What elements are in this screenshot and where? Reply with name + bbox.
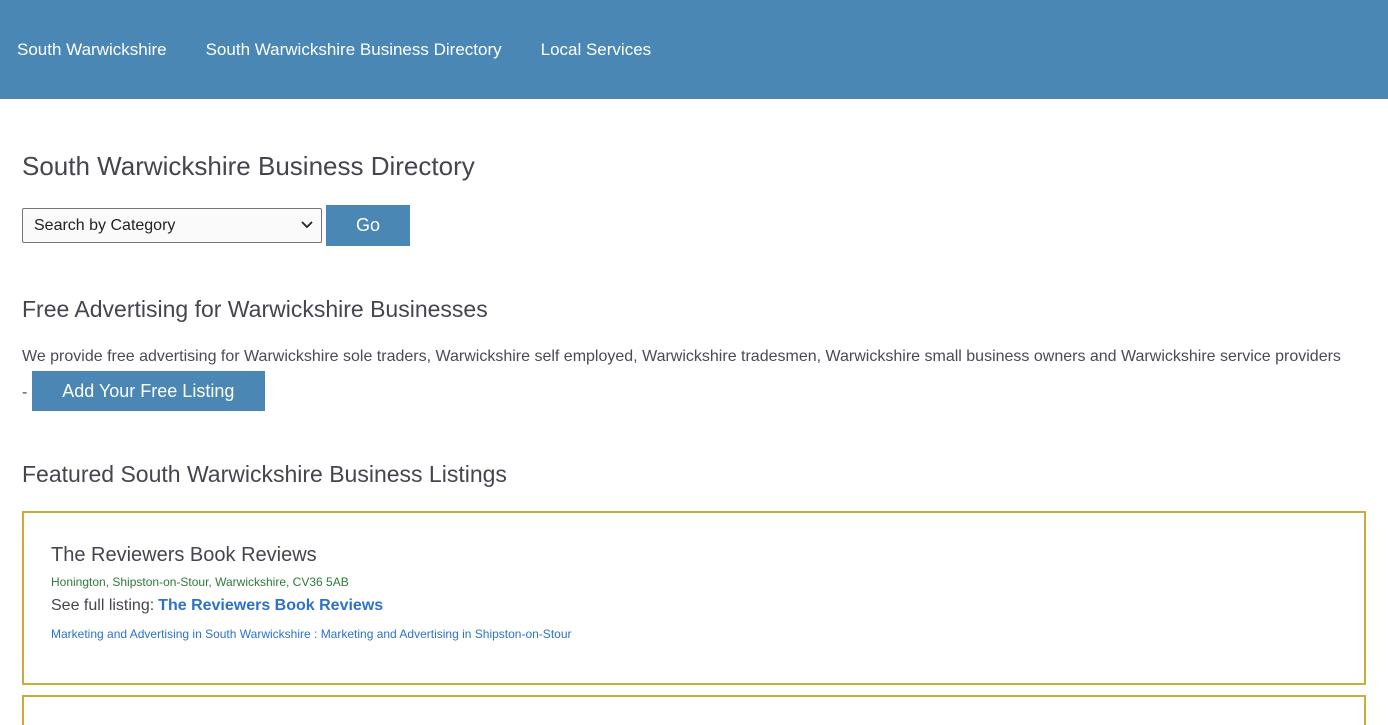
free-advertising-text: We provide free advertising for Warwicks… bbox=[22, 340, 1342, 413]
category-select[interactable]: Search by Category bbox=[22, 208, 322, 243]
listing-address: Honington, Shipston-on-Stour, Warwickshi… bbox=[51, 575, 349, 589]
listing-category-link-1[interactable]: Marketing and Advertising in South Warwi… bbox=[51, 627, 311, 641]
nav-link-south-warwickshire[interactable]: South Warwickshire bbox=[17, 40, 167, 60]
page-title: South Warwickshire Business Directory bbox=[22, 151, 475, 181]
listing-full-link-row: See full listing: The Reviewers Book Revi… bbox=[51, 597, 1337, 615]
chevron-down-icon bbox=[301, 220, 313, 232]
listing-full-link[interactable]: The Reviewers Book Reviews bbox=[158, 597, 383, 614]
listing-categories: Marketing and Advertising in South Warwi… bbox=[51, 627, 1337, 641]
category-separator: : bbox=[310, 627, 321, 641]
listing-card-next bbox=[22, 695, 1366, 725]
nav-link-local-services[interactable]: Local Services bbox=[541, 40, 652, 60]
listing-name: The Reviewers Book Reviews bbox=[51, 544, 317, 566]
featured-listings-heading: Featured South Warwickshire Business Lis… bbox=[22, 461, 507, 487]
free-advertising-heading: Free Advertising for Warwickshire Busine… bbox=[22, 296, 488, 322]
listing-category-link-2[interactable]: Marketing and Advertising in Shipston-on… bbox=[321, 627, 572, 641]
listing-full-prefix: See full listing: bbox=[51, 597, 155, 614]
category-search: Search by Category Go bbox=[22, 205, 1366, 246]
go-button[interactable]: Go bbox=[326, 205, 410, 246]
listing-card: The Reviewers Book Reviews Honington, Sh… bbox=[22, 511, 1366, 685]
category-select-value: Search by Category bbox=[34, 216, 176, 234]
nav-link-business-directory[interactable]: South Warwickshire Business Directory bbox=[206, 40, 502, 60]
top-nav: South Warwickshire South Warwickshire Bu… bbox=[0, 0, 1388, 99]
add-free-listing-button[interactable]: Add Your Free Listing bbox=[31, 371, 265, 411]
main-content: South Warwickshire Business Directory Se… bbox=[0, 151, 1388, 725]
